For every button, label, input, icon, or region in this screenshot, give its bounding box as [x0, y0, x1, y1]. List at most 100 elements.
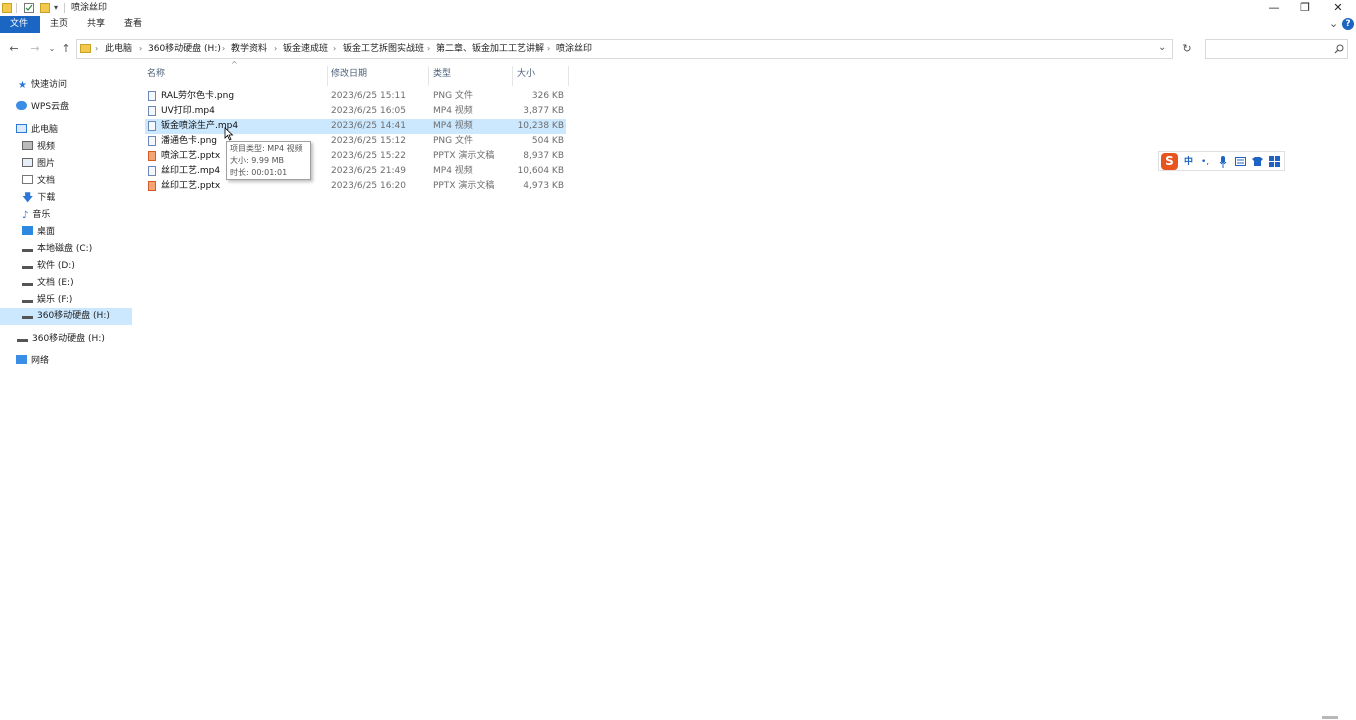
column-header-type[interactable]: 类型: [433, 66, 451, 82]
keyboard-icon[interactable]: [1235, 157, 1246, 166]
tab-share[interactable]: 共享: [77, 16, 115, 33]
sidebar-item-downloads[interactable]: 🡇 下载: [22, 190, 55, 206]
breadcrumb-teaching-materials[interactable]: 教学资料: [231, 40, 267, 58]
customize-quick-access-icon[interactable]: ▾: [54, 3, 58, 12]
sidebar-item-videos[interactable]: 视频: [22, 139, 55, 155]
sidebar-item-quick-access[interactable]: ★ 快速访问: [18, 77, 67, 93]
recent-locations-icon[interactable]: ⌄: [45, 40, 59, 58]
video-file-icon: [148, 106, 156, 116]
toolbox-grid-icon[interactable]: [1269, 156, 1280, 167]
sidebar-item-drive-h-selected[interactable]: 360移动硬盘 (H:): [0, 308, 132, 325]
breadcrumb-practice-class[interactable]: 钣金工艺拆图实战班: [343, 40, 424, 58]
file-name: RAL劳尔色卡.png: [161, 91, 235, 101]
file-date: 2023/6/25 16:05: [331, 106, 406, 116]
sidebar-item-drive-h[interactable]: 360移动硬盘 (H:): [17, 331, 105, 347]
title-bar: ▾ 喷涂丝印 — ❐ ✕: [0, 0, 1356, 16]
drive-icon: [22, 311, 33, 319]
search-input[interactable]: [1205, 39, 1348, 59]
ime-punctuation-toggle[interactable]: •,: [1201, 155, 1209, 169]
sidebar-item-desktop[interactable]: 桌面: [22, 224, 55, 240]
sidebar-item-pictures[interactable]: 图片: [22, 156, 55, 172]
skin-shirt-icon[interactable]: [1252, 157, 1263, 166]
column-divider[interactable]: [512, 66, 513, 86]
mouse-cursor-icon: [224, 127, 234, 141]
file-row[interactable]: 丝印工艺.pptx 2023/6/25 16:20 PPTX 演示文稿 4,97…: [145, 179, 566, 194]
refresh-icon[interactable]: ↻: [1179, 40, 1195, 58]
resize-grip[interactable]: [1322, 716, 1338, 719]
download-icon: 🡇: [22, 191, 34, 204]
file-row[interactable]: UV打印.mp4 2023/6/25 16:05 MP4 视频 3,877 KB: [145, 104, 566, 119]
file-row[interactable]: 喷涂工艺.pptx 2023/6/25 15:22 PPTX 演示文稿 8,93…: [145, 149, 566, 164]
tab-home[interactable]: 主页: [40, 16, 78, 33]
column-divider[interactable]: [327, 66, 328, 86]
document-icon: [22, 175, 33, 184]
sidebar-item-drive-f[interactable]: 娱乐 (F:): [22, 292, 72, 308]
file-type: MP4 视频: [433, 121, 473, 131]
drive-icon: [17, 334, 28, 342]
new-folder-icon[interactable]: [40, 3, 50, 13]
sidebar-item-music[interactable]: ♪ 音乐: [22, 207, 50, 223]
tab-view[interactable]: 查看: [114, 16, 152, 33]
column-header-size[interactable]: 大小: [517, 66, 535, 82]
sidebar-item-documents[interactable]: 文档: [22, 173, 55, 189]
search-icon[interactable]: [1334, 44, 1344, 54]
column-header-name[interactable]: 名称: [147, 66, 165, 82]
tooltip-duration: 时长: 00:01:01: [230, 168, 288, 177]
breadcrumb-separator: ›: [333, 44, 337, 53]
sogou-logo-icon[interactable]: S: [1161, 153, 1178, 170]
sidebar-item-drive-c[interactable]: 本地磁盘 (C:): [22, 241, 92, 257]
breadcrumb-separator: ›: [427, 44, 431, 53]
tooltip-item-type: 项目类型: MP4 视频: [230, 144, 303, 153]
address-bar[interactable]: › 此电脑 › 360移动硬盘 (H:) › 教学资料 › 钣金速成班 › 钣金…: [76, 39, 1173, 59]
video-file-icon: [148, 166, 156, 176]
image-file-icon: [148, 91, 156, 101]
file-type: PNG 文件: [433, 91, 473, 101]
sidebar-item-drive-d[interactable]: 软件 (D:): [22, 258, 75, 274]
file-name: 潘通色卡.png: [161, 136, 217, 146]
help-icon[interactable]: ?: [1342, 18, 1354, 30]
file-row[interactable]: 潘通色卡.png 2023/6/25 15:12 PNG 文件 504 KB: [145, 134, 566, 149]
column-divider[interactable]: [428, 66, 429, 86]
desktop-icon: [22, 226, 33, 235]
tab-file[interactable]: 文件: [0, 16, 40, 33]
breadcrumb-separator: ›: [95, 44, 99, 53]
file-size: 10,604 KB: [517, 166, 564, 176]
restore-button[interactable]: ❐: [1288, 0, 1322, 16]
microphone-icon[interactable]: [1219, 156, 1227, 168]
breadcrumb-separator: ›: [547, 44, 551, 53]
sidebar-item-network[interactable]: 网络: [16, 353, 49, 369]
file-type: MP4 视频: [433, 106, 473, 116]
forward-arrow-icon[interactable]: →: [28, 40, 42, 58]
file-date: 2023/6/25 21:49: [331, 166, 406, 176]
breadcrumb-drive-h[interactable]: 360移动硬盘 (H:): [148, 40, 221, 58]
ime-toolbar[interactable]: S 中 •,: [1158, 151, 1285, 171]
folder-icon: [80, 44, 91, 53]
ime-language-toggle[interactable]: 中: [1184, 155, 1193, 169]
chevron-down-icon[interactable]: ⌄: [1329, 17, 1338, 30]
close-button[interactable]: ✕: [1321, 0, 1355, 16]
properties-icon[interactable]: [24, 3, 34, 13]
file-row[interactable]: RAL劳尔色卡.png 2023/6/25 15:11 PNG 文件 326 K…: [145, 89, 566, 104]
column-divider[interactable]: [568, 66, 569, 86]
file-type: MP4 视频: [433, 166, 473, 176]
file-row[interactable]: 丝印工艺.mp4 2023/6/25 21:49 MP4 视频 10,604 K…: [145, 164, 566, 179]
up-arrow-icon[interactable]: ↑: [59, 40, 73, 58]
address-dropdown-icon[interactable]: ⌄: [1158, 42, 1166, 53]
tooltip-size: 大小: 9.99 MB: [230, 156, 284, 165]
cloud-icon: [16, 101, 27, 110]
sidebar-item-drive-e[interactable]: 文档 (E:): [22, 275, 74, 291]
minimize-button[interactable]: —: [1257, 0, 1291, 16]
back-arrow-icon[interactable]: ←: [7, 40, 21, 58]
breadcrumb-current[interactable]: 喷涂丝印: [556, 40, 592, 58]
ribbon-tabs: 文件 主页 共享 查看 ⌄ ?: [0, 16, 1356, 33]
column-header-date[interactable]: 修改日期: [331, 66, 367, 82]
file-type: PPTX 演示文稿: [433, 151, 495, 161]
breadcrumb-course[interactable]: 钣金速成班: [283, 40, 328, 58]
breadcrumb-chapter[interactable]: 第二章、钣金加工工艺讲解: [436, 40, 544, 58]
breadcrumb-this-pc[interactable]: 此电脑: [105, 40, 132, 58]
file-row-hovered[interactable]: 钣金喷涂生产.mp4 2023/6/25 14:41 MP4 视频 10,238…: [145, 119, 566, 134]
sidebar-item-wps-cloud[interactable]: WPS云盘: [16, 99, 69, 115]
video-file-icon: [148, 121, 156, 131]
separator: [16, 3, 17, 13]
sidebar-item-this-pc[interactable]: 此电脑: [16, 122, 58, 138]
